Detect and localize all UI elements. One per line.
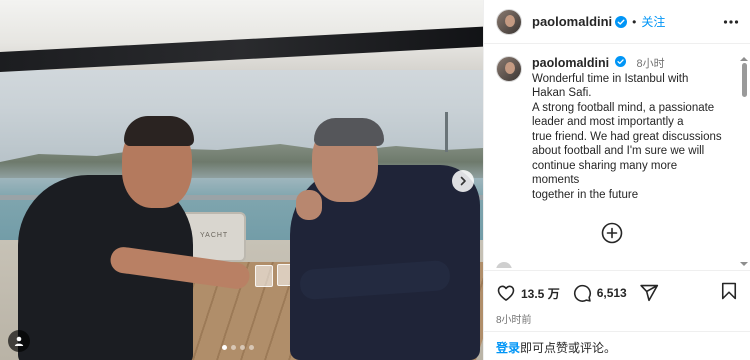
more-button[interactable] [723,14,739,35]
post-photo: YACHT [0,0,483,360]
like-count: 13.5 万 [521,286,560,301]
person-right-hand [296,190,322,220]
caption-line: A strong football mind, a passionate [532,101,715,114]
save-button[interactable] [719,281,739,306]
verified-badge-icon [615,56,627,68]
person-left-hair [124,116,194,146]
user-tag-icon [14,336,24,346]
chevron-right-icon [460,176,466,186]
share-icon [640,284,658,302]
follow-button[interactable]: 关注 [641,13,665,30]
load-more-comments-button[interactable] [601,222,623,244]
next-comment-peek [496,262,616,268]
carousel-dots [222,345,254,350]
carousel-next-button[interactable] [452,170,474,192]
heart-icon [497,285,515,301]
caption-time: 8小时 [636,58,665,70]
comment-icon [573,284,591,302]
caption-line: moments [532,174,580,186]
comment-button[interactable]: 6,513 [572,283,627,303]
scrollbar-thumb[interactable] [742,63,747,97]
carousel-dot [249,345,254,350]
tower [445,112,448,152]
caption-line: Wonderful time in Istanbul with [532,72,689,85]
carousel-dot [231,345,236,350]
post-timestamp: 8小时前 [496,315,532,326]
header-separator: • [632,14,637,29]
caption-line: about football and I'm sure we will [532,145,705,157]
login-prompt-text: 即可点赞或评论。 [520,341,617,355]
post-header: paolomaldini • 关注 [484,0,750,44]
login-prompt: 登录即可点赞或评论。 [484,331,750,360]
carousel-dot [222,345,227,350]
user-tag-button[interactable] [8,330,30,352]
caption-username[interactable]: paolomaldini [532,56,609,70]
scroll-up-arrow[interactable] [740,57,748,61]
plus-circle-icon [601,222,623,244]
more-horizontal-icon [723,20,739,24]
comment-count: 6,513 [596,286,627,300]
caption-area: paolomaldini 8小时 Wonderful time in Istan… [484,44,750,266]
caption-line: together in the future [532,188,639,201]
person-right-hair [314,118,384,146]
header-username[interactable]: paolomaldini [532,14,612,29]
login-link[interactable]: 登录 [496,341,520,355]
caption-text: paolomaldini 8小时 Wonderful time in Istan… [532,56,735,202]
glass [255,265,273,287]
scroll-down-arrow[interactable] [740,262,748,266]
action-bar: 13.5 万 6,513 8小时前 [484,270,750,326]
chair-label: YACHT [200,232,229,239]
verified-badge-icon [615,15,628,28]
caption-line: true friend. We had great discussions [532,130,722,143]
post-side-panel: paolomaldini • 关注 paolomaldini 8小时 Wonde… [483,0,750,360]
like-button[interactable]: 13.5 万 [496,283,560,303]
caption-line: Hakan Safi. [532,87,592,99]
share-button[interactable] [639,283,659,303]
caption-avatar[interactable] [496,56,522,82]
bookmark-icon [721,282,737,299]
carousel-dot [240,345,245,350]
avatar[interactable] [496,8,522,35]
caption-line: leader and most importantly a [532,116,684,128]
caption-line: continue sharing many more [532,159,678,172]
